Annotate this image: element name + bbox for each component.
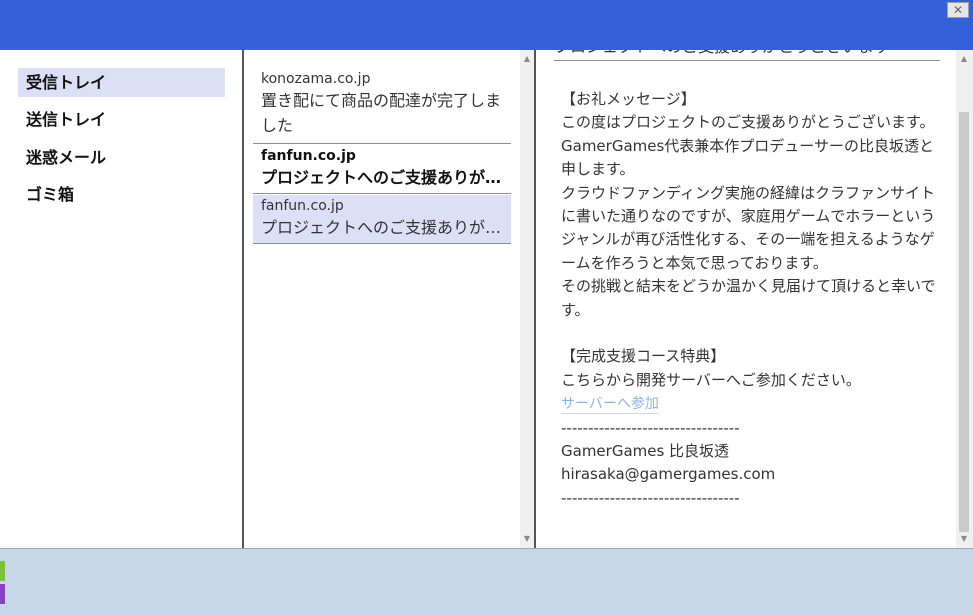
reading-pane: プロジェクトへのご支援ありがとうございます 【お礼メッセージ】 この度はプロジェ… [536, 50, 956, 548]
mail-list: konozama.co.jp 置き配にて商品の配達が完了しました fanfun.… [244, 50, 520, 548]
mail-item[interactable]: fanfun.co.jp プロジェクトへのご支援ありがとうございます [253, 145, 511, 194]
scroll-down-icon[interactable]: ▼ [520, 532, 534, 546]
folder-spam[interactable]: 迷惑メール [18, 143, 225, 172]
mail-sender: fanfun.co.jp [261, 148, 356, 164]
message-line: GamerGames代表兼本作プロデューサーの比良坂透と申します。 [561, 136, 934, 179]
message-line: 【お礼メッセージ】 [561, 90, 696, 108]
scroll-up-icon[interactable]: ▲ [520, 52, 534, 66]
message-line: この度はプロジェクトのご支援ありがとうございます。 [561, 113, 935, 132]
signature-email: hirasaka@gamergames.com [561, 465, 776, 484]
reading-pane-scrollbar[interactable]: ▲ ▼ [956, 50, 973, 548]
message-line: こちらから開発サーバーへご参加ください。 [561, 370, 861, 389]
folder-pane: 受信トレイ 送信トレイ 迷惑メール ゴミ箱 [0, 50, 244, 548]
mail-sender: konozama.co.jp [261, 71, 371, 87]
mail-subject: プロジェクトへのご支援ありがとうございます [261, 168, 511, 187]
scroll-thumb[interactable] [959, 112, 969, 532]
mail-item[interactable]: konozama.co.jp 置き配にて商品の配達が完了しました [253, 70, 511, 144]
message-line: クラウドファンディング実施の経緯はクラファンサイトに書いた通りなのですが、家庭用… [561, 183, 936, 272]
join-server-link[interactable]: サーバーへ参加 [561, 396, 659, 415]
message-subject: プロジェクトへのご支援ありがとうございます [554, 50, 940, 61]
mail-list-scrollbar[interactable]: ▲ ▼ [520, 50, 536, 548]
message-line: 【完成支援コース特典】 [561, 347, 726, 366]
separator: --------------------------------- [561, 418, 740, 437]
mail-sender: fanfun.co.jp [261, 198, 344, 214]
taskbar-app-icon[interactable] [0, 584, 5, 604]
title-bar: ✕ [0, 0, 973, 50]
separator: --------------------------------- [561, 488, 740, 507]
scroll-down-icon[interactable]: ▼ [957, 532, 971, 546]
scroll-up-icon[interactable]: ▲ [957, 52, 971, 66]
message-body: 【お礼メッセージ】 この度はプロジェクトのご支援ありがとうございます。 Game… [561, 88, 936, 510]
mail-window: 受信トレイ 送信トレイ 迷惑メール ゴミ箱 konozama.co.jp 置き配… [0, 50, 973, 549]
folder-trash[interactable]: ゴミ箱 [18, 180, 225, 209]
folder-sent[interactable]: 送信トレイ [18, 105, 225, 134]
signature-name: GamerGames 比良坂透 [561, 442, 730, 461]
mail-subject: プロジェクトへのご支援ありがとうございます [261, 218, 511, 237]
message-line: その挑戦と結末をどうか温かく見届けて頂けると幸いです。 [561, 277, 936, 319]
folder-inbox[interactable]: 受信トレイ [18, 68, 225, 97]
close-button[interactable]: ✕ [947, 2, 969, 18]
taskbar-app-icon[interactable] [0, 561, 5, 581]
mail-item-selected[interactable]: fanfun.co.jp プロジェクトへのご支援ありがとうございます [253, 195, 511, 244]
mail-subject: 置き配にて商品の配達が完了しました [261, 91, 502, 135]
